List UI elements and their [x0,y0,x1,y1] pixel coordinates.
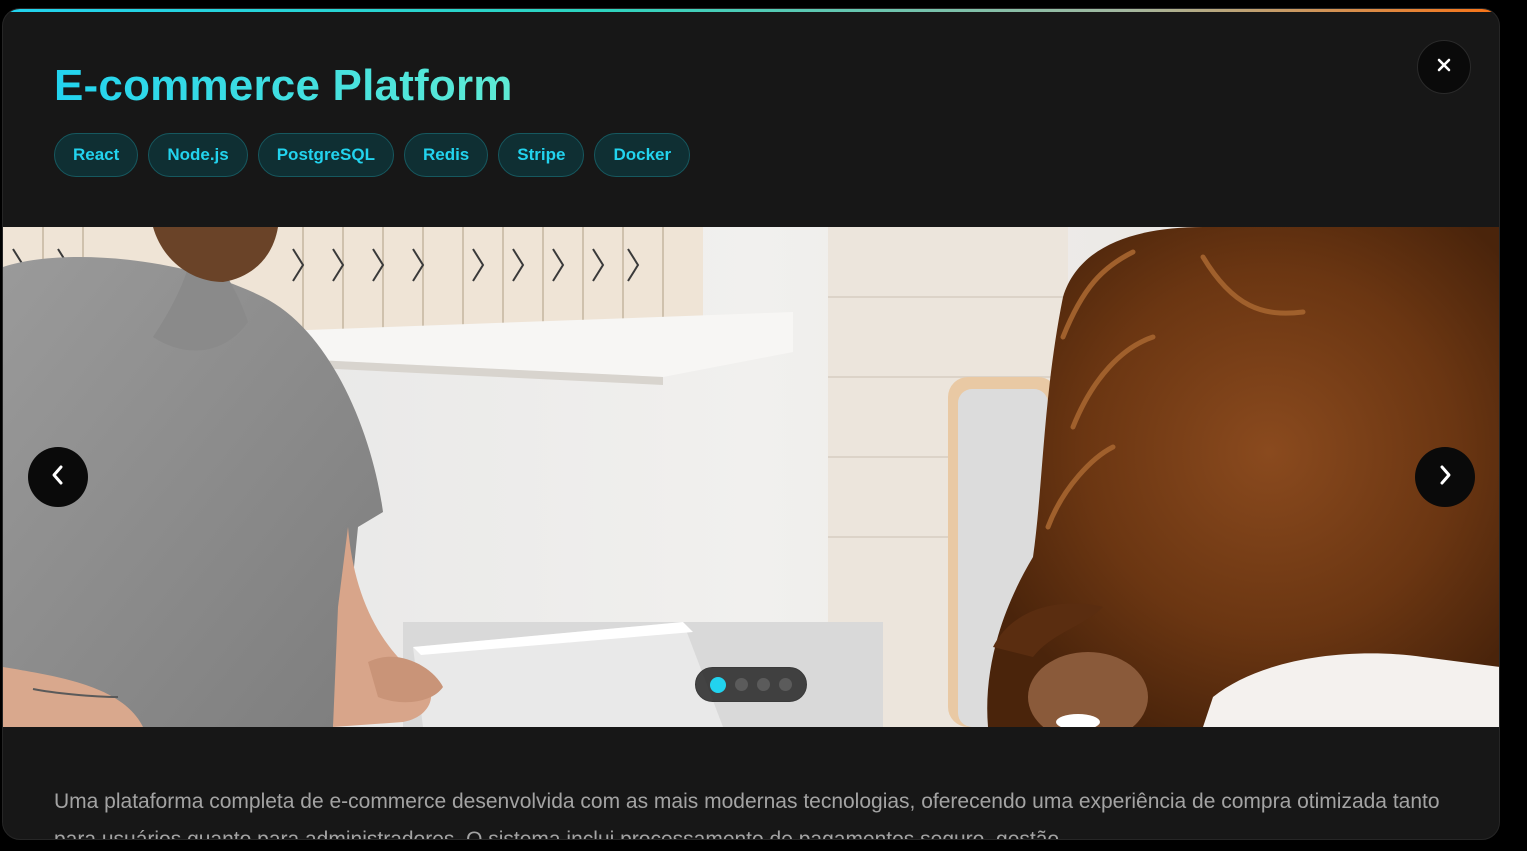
carousel-dot[interactable] [757,678,770,691]
project-modal: E-commerce Platform React Node.js Postgr… [2,8,1500,840]
carousel-next-button[interactable] [1415,447,1475,507]
project-title: E-commerce Platform [54,61,513,110]
carousel-dot[interactable] [779,678,792,691]
carousel-prev-button[interactable] [28,447,88,507]
tech-tag: Stripe [498,133,585,177]
close-icon [1435,56,1453,79]
image-carousel [3,227,1499,727]
chevron-left-icon [49,464,67,491]
carousel-indicators [695,667,807,702]
project-description: Uma plataforma completa de e-commerce de… [54,790,1440,840]
tech-tag: Docker [594,133,691,177]
tech-tag: Redis [403,133,489,177]
chevron-right-icon [1436,464,1454,491]
carousel-slide-image [3,227,1499,727]
accent-gradient-bar [3,9,1499,12]
tech-tag: React [54,133,139,177]
carousel-dot[interactable] [735,678,748,691]
tech-tag: PostgreSQL [257,133,394,177]
carousel-dot[interactable] [710,676,726,693]
tech-tag: Node.js [148,133,248,177]
tech-tags: React Node.js PostgreSQL Redis Stripe Do… [54,133,691,177]
close-button[interactable] [1417,40,1471,94]
